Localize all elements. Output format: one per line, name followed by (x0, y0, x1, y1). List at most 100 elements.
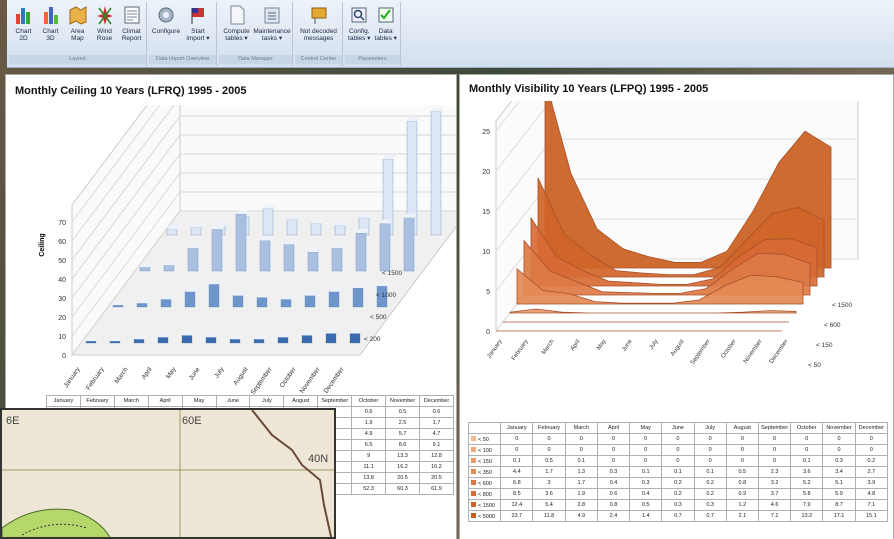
series-label-cell: < 350 (467, 466, 502, 478)
legend-swatch (471, 457, 476, 463)
table-header-cell: June (215, 395, 251, 407)
y-tick-label: 60 (58, 239, 66, 246)
configure-label: Configure (151, 28, 181, 35)
area-map-label: Area Map (70, 28, 85, 42)
depth-label: < 200 (364, 336, 381, 343)
compute-tables-button[interactable]: Compute tables ▾ (221, 4, 252, 42)
series-label-cell: < 50 (467, 433, 502, 445)
chart-3d-label: Chart 3D (42, 28, 59, 42)
ribbon-toolbar: Chart 2D Chart 3D Area Map Wind Rose Climat R… (7, 0, 894, 68)
climat-report-button[interactable]: Climat Report (119, 4, 144, 42)
table-row: < 800 8.5 3.6 1.9 0.6 0.4 0.2 0.2 0.9 3.7 5.8 5.9 4.… (467, 488, 889, 500)
table-header-cell: February (532, 422, 566, 434)
depth-label: < 500 (370, 314, 387, 321)
table-cell: 12.4 (500, 499, 534, 511)
table-cell: 4.8 (854, 488, 889, 500)
table-header-cell: February (79, 395, 115, 407)
x-tick-label: September (690, 339, 712, 366)
table-cell: 2.8 (564, 499, 598, 511)
map-label-40n: 40N (308, 453, 328, 465)
table-cell: 0 (661, 433, 695, 445)
series-label-cell: < 1500 (467, 499, 502, 511)
table-header-cell: October (351, 395, 387, 407)
table-cell: 0.2 (693, 477, 727, 489)
config-tables-button[interactable]: Config. tables ▾ (347, 4, 372, 42)
table-cell: 4.9 (564, 510, 598, 522)
maintenance-tasks-button[interactable]: Maintenance tasks ▾ (253, 4, 291, 42)
x-tick-label: May (596, 339, 607, 352)
ribbon-group-data-manager: Compute tables ▾ Maintenance tasks ▾ Data … (219, 2, 293, 66)
chart-3d-button[interactable]: Chart 3D (38, 4, 63, 42)
bar-chart-icon (15, 8, 30, 24)
table-cell: 0.5 (385, 406, 420, 418)
table-header-cell: October (790, 422, 824, 434)
wind-rose-button[interactable]: Wind Rose (92, 4, 117, 42)
table-cell: 0 (596, 444, 631, 456)
table-cell: 0.3 (629, 477, 663, 489)
x-tick-label: February (511, 339, 530, 362)
ribbon-group-caption: Control Center (295, 55, 342, 64)
series-label-cell: < 600 (467, 477, 502, 489)
ceiling-3d-chart: 0 10 20 30 40 50 60 70 Ceiling January February Mar… (39, 105, 456, 396)
table-cell: 0 (693, 455, 727, 467)
message-flag-icon (311, 7, 326, 24)
table-cell: 3.9 (854, 477, 889, 489)
data-tables-button[interactable]: Data tables ▾ (374, 4, 399, 42)
table-cell: 1.9 (564, 488, 598, 500)
table-cell: 0 (757, 444, 792, 456)
table-header-cell: July (249, 395, 285, 407)
table-header-cell: August (283, 395, 319, 407)
table-cell: 13.3 (385, 450, 420, 462)
ceiling-bar (157, 337, 169, 344)
x-tick-label: October (720, 339, 737, 360)
ceiling-bar (229, 339, 241, 344)
table-cell: 3.2 (757, 477, 792, 489)
ribbon-group-parameters: Config. tables ▾ Data tables ▾ Parameters (345, 2, 401, 66)
magnifier-table-icon (351, 7, 367, 23)
3d-chart-icon (43, 7, 58, 24)
x-tick-label: December (323, 365, 346, 394)
table-cell: 9 (351, 450, 387, 462)
y-tick-label: 0 (62, 353, 66, 360)
depth-label: < 600 (824, 322, 841, 329)
x-tick-label: April (570, 339, 582, 352)
x-tick-label: March (541, 339, 555, 356)
table-cell: 0.1 (500, 455, 534, 467)
x-tick-label: March (114, 366, 130, 385)
table-cell: 1.3 (564, 466, 598, 478)
visibility-data-table: January February March April May June July Augu… (467, 422, 889, 522)
x-tick-label: October (279, 365, 298, 389)
table-cell: 0.6 (351, 406, 387, 418)
ribbon-group-caption: Data Manager (219, 55, 292, 64)
ceiling-bar (205, 337, 217, 344)
depth-label: < 1500 (382, 270, 402, 277)
configure-button[interactable]: Configure (151, 4, 181, 42)
x-tick-label: June (188, 366, 202, 382)
chart-2d-button[interactable]: Chart 2D (11, 4, 36, 42)
table-cell: 2.5 (385, 417, 420, 429)
area-map-button[interactable]: Area Map (65, 4, 90, 42)
table-cell: 0 (725, 444, 759, 456)
not-decoded-messages-button[interactable]: Not decoded messages (297, 4, 340, 42)
table-row: < 350 4.4 1.7 1.3 0.3 0.1 0.1 0.1 0.5 2.3 3.6 3.4 2.… (467, 466, 889, 478)
table-cell: 4.7 (418, 428, 455, 440)
table-cell: 15.1 (854, 510, 889, 522)
table-cell: 0 (822, 433, 856, 445)
table-cell: 0 (854, 444, 889, 456)
ceiling-bar (133, 339, 145, 344)
legend-swatch (471, 446, 476, 452)
start-import-button[interactable]: Start import ▾ (183, 4, 213, 42)
table-cell: 1.4 (629, 510, 663, 522)
y-tick-label: 70 (58, 220, 66, 227)
visibility-chart-title: Monthly Visibility 10 Years (LFPQ) 1995 … (469, 83, 709, 95)
ribbon-group-control-center: Not decoded messages Control Center (295, 2, 343, 66)
map-label-6e: 6E (6, 415, 19, 427)
y-tick-label: 0 (486, 329, 490, 336)
table-cell: 0 (693, 444, 727, 456)
ceiling-bar (211, 229, 223, 272)
x-tick-label: April (140, 366, 154, 381)
series-label-cell: < 150 (467, 455, 502, 467)
table-cell: 5.4 (532, 499, 566, 511)
table-cell: 0 (757, 433, 792, 445)
table-row: < 150 0.1 0.5 0.1 0 0 0 0 0 0 0.1 0.3 0.2 (467, 455, 889, 467)
